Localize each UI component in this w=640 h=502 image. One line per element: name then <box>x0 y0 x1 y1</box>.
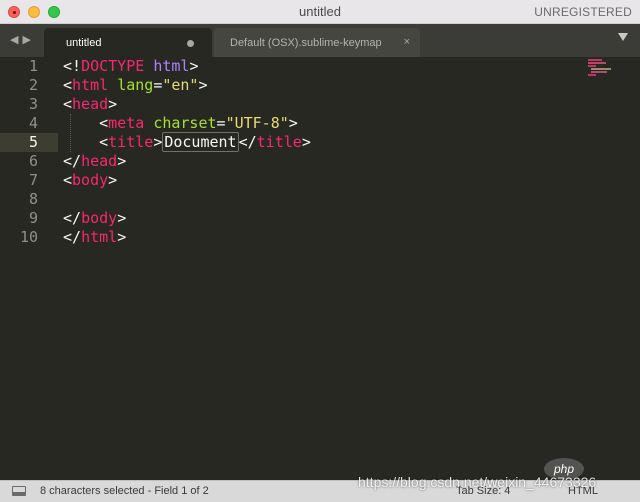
token: DOCTYPE <box>81 57 145 75</box>
code-line-5[interactable]: <title> Document </title> <box>63 132 311 152</box>
token: html <box>81 228 118 246</box>
token: "UTF-8" <box>225 114 289 132</box>
token: "en" <box>162 76 199 94</box>
token: < <box>63 95 73 113</box>
tab-label: untitled <box>66 37 102 49</box>
token: </ <box>63 209 82 227</box>
token: </ <box>63 152 82 170</box>
token: = <box>216 114 226 132</box>
token: charset <box>153 114 217 132</box>
forward-arrow-icon[interactable]: ▶ <box>22 34 34 46</box>
unsaved-dot-icon[interactable] <box>187 40 194 47</box>
line-number: 4 <box>28 114 38 132</box>
line-number: 1 <box>28 57 38 75</box>
token: title <box>108 133 154 151</box>
editor-area[interactable]: 1 2 3 4 5 6 7 8 9 10 <!DOCTYPE html> <ht… <box>0 57 640 480</box>
minimap-icon[interactable] <box>588 59 612 79</box>
panel-icon[interactable] <box>12 486 26 496</box>
chevron-down-icon[interactable] <box>618 33 628 41</box>
token: > <box>153 133 163 151</box>
license-status: UNREGISTERED <box>534 5 632 19</box>
sublime-window: untitled UNREGISTERED ◀▶ untitled Defaul… <box>0 0 640 502</box>
back-arrow-icon[interactable]: ◀ <box>10 34 22 46</box>
token: </ <box>63 228 82 246</box>
code-line-1[interactable]: <!DOCTYPE html> <box>63 57 311 76</box>
line-number: 10 <box>19 228 38 246</box>
token: head <box>72 95 109 113</box>
token: > <box>117 209 127 227</box>
line-number-current: 5 <box>28 133 38 151</box>
token: > <box>189 57 199 75</box>
token: < <box>99 114 109 132</box>
code-line-3[interactable]: <head> <box>63 95 311 114</box>
line-number: 7 <box>28 171 38 189</box>
token: body <box>72 171 109 189</box>
token: head <box>81 152 118 170</box>
code-line-10[interactable]: </html> <box>63 228 311 247</box>
line-number: 2 <box>28 76 38 94</box>
code-line-7[interactable]: <body> <box>63 171 311 190</box>
token: html <box>153 57 190 75</box>
token: > <box>198 76 208 94</box>
code-line-4[interactable]: <meta charset="UTF-8"> <box>63 114 311 133</box>
token: > <box>108 95 118 113</box>
title-bar: untitled UNREGISTERED <box>0 0 640 24</box>
code-text[interactable]: <!DOCTYPE html> <html lang="en"> <head> … <box>63 57 311 247</box>
selected-text[interactable]: Document <box>162 132 239 152</box>
line-number-gutter: 1 2 3 4 5 6 7 8 9 10 <box>0 57 46 247</box>
token: > <box>117 228 127 246</box>
token: > <box>301 133 311 151</box>
token: < <box>99 133 109 151</box>
token: body <box>81 209 118 227</box>
token: lang <box>117 76 154 94</box>
code-line-6[interactable]: </head> <box>63 152 311 171</box>
token: <! <box>63 57 82 75</box>
code-line-2[interactable]: <html lang="en"> <box>63 76 311 95</box>
token: = <box>153 76 163 94</box>
tab-navigation: ◀▶ <box>10 33 35 46</box>
line-number: 6 <box>28 152 38 170</box>
close-tab-icon[interactable]: × <box>404 36 410 48</box>
token: </ <box>238 133 257 151</box>
token: > <box>108 171 118 189</box>
token: < <box>63 171 73 189</box>
line-number: 8 <box>28 190 38 208</box>
line-number: 3 <box>28 95 38 113</box>
token: html <box>72 76 109 94</box>
tab-keymap[interactable]: Default (OSX).sublime-keymap × <box>214 28 420 57</box>
token: > <box>117 152 127 170</box>
code-line-8[interactable] <box>63 190 311 209</box>
url-watermark: https://blog.csdn.net/weixin_44673326 <box>358 474 597 490</box>
token: < <box>63 76 73 94</box>
line-number: 9 <box>28 209 38 227</box>
tab-untitled[interactable]: untitled <box>44 28 212 57</box>
selection-status: 8 characters selected - Field 1 of 2 <box>40 485 209 497</box>
tab-bar: ◀▶ untitled Default (OSX).sublime-keymap… <box>0 24 640 57</box>
token: meta <box>108 114 145 132</box>
token: > <box>288 114 298 132</box>
tab-label: Default (OSX).sublime-keymap <box>230 37 382 49</box>
code-line-9[interactable]: </body> <box>63 209 311 228</box>
token: title <box>256 133 302 151</box>
